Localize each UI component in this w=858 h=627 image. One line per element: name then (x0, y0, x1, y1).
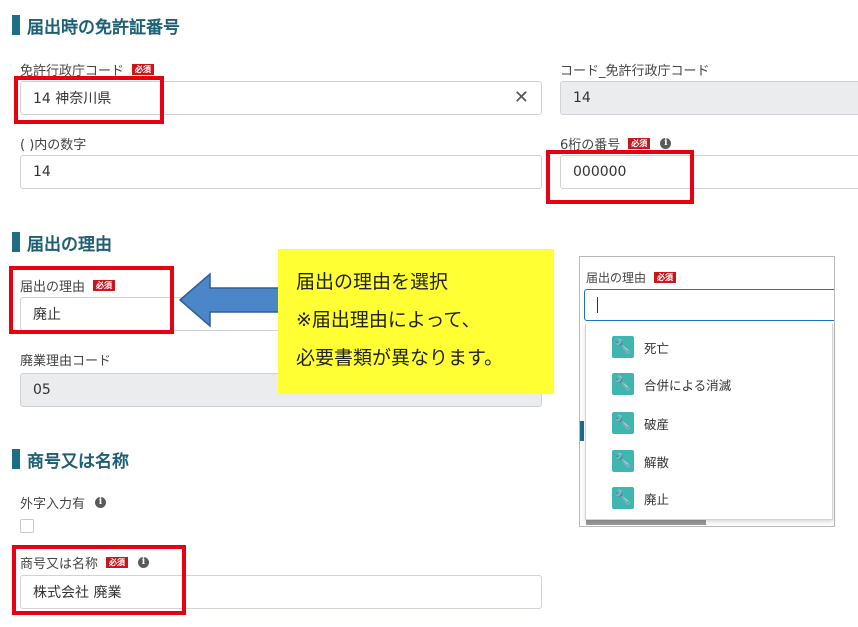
section-bar (12, 449, 20, 469)
paren-number-label: ( )内の数字 (20, 134, 86, 153)
paren-number-field[interactable]: 14 (20, 155, 542, 189)
wrench-icon: 🔧 (612, 373, 634, 395)
info-icon[interactable]: i (95, 497, 107, 508)
required-badge: 必須 (628, 138, 651, 149)
paren-number-label-text: ( )内の数字 (20, 138, 87, 153)
section-bar (12, 15, 20, 35)
dropdown-option[interactable]: 🔧 解散 (612, 449, 669, 473)
six-digit-label: 6桁の番号 必須 i (560, 134, 672, 153)
section-title-text: 届出の理由 (27, 234, 112, 255)
reason-value: 廃止 (33, 307, 61, 323)
external-char-checkbox[interactable] (20, 519, 34, 533)
section-bar (12, 232, 20, 252)
hidden-section-bar (580, 421, 584, 441)
callout-note: 届出の理由を選択 ※届出理由によって、 必要書類が異なります。 (278, 249, 554, 394)
wrench-icon: 🔧 (612, 450, 634, 472)
required-badge: 必須 (654, 272, 677, 283)
abolition-code-value: 05 (33, 382, 51, 398)
six-digit-label-text: 6桁の番号 (560, 138, 621, 153)
abolition-code-label-text: 廃業理由コード (20, 354, 112, 369)
dropdown-option-label: 解散 (644, 454, 670, 470)
required-badge: 必須 (132, 64, 155, 75)
close-icon[interactable]: ✕ (514, 89, 529, 107)
dropdown-search-input[interactable] (584, 289, 834, 321)
trade-name-label-text: 商号又は名称 (20, 557, 99, 572)
dropdown-option-list: 🔧 死亡 🔧 合併による消滅 🔧 破産 🔧 解散 🔧 廃止 (585, 324, 833, 520)
section-title-text: 商号又は名称 (27, 451, 129, 472)
trade-name-value: 株式会社 廃業 (33, 585, 122, 601)
info-icon[interactable]: i (660, 138, 672, 149)
dropdown-option-label: 破産 (644, 416, 670, 432)
text-cursor (597, 297, 598, 313)
dropdown-option[interactable]: 🔧 死亡 (612, 335, 669, 359)
authority-code-label: 免許行政庁コード 必須 (20, 60, 155, 79)
dropdown-option-label: 合併による消滅 (644, 377, 732, 393)
dropdown-option-label: 死亡 (644, 340, 670, 356)
wrench-icon: 🔧 (612, 487, 634, 509)
six-digit-value: 000000 (573, 164, 627, 180)
callout-line-1: 届出の理由を選択 (296, 271, 449, 293)
trade-name-label: 商号又は名称 必須 i (20, 553, 150, 572)
dropdown-option-label: 廃止 (644, 491, 670, 507)
code-authority-label-text: コード_免許行政庁コード (560, 64, 710, 79)
dropdown-label: 届出の理由 必須 (586, 269, 677, 286)
code-authority-value: 14 (573, 90, 591, 106)
left-arrow-icon (178, 272, 281, 328)
dropdown-option[interactable]: 🔧 廃止 (612, 486, 669, 510)
external-char-label-text: 外字入力有 (20, 497, 86, 512)
wrench-icon: 🔧 (612, 336, 634, 358)
trade-name-field[interactable]: 株式会社 廃業 (20, 575, 542, 609)
required-badge: 必須 (93, 280, 116, 291)
paren-number-value: 14 (33, 164, 51, 180)
abolition-code-label: 廃業理由コード (20, 350, 111, 369)
callout-line-3: 必要書類が異なります。 (296, 347, 504, 369)
required-badge: 必須 (106, 557, 129, 568)
dropdown-label-text: 届出の理由 (586, 271, 647, 285)
info-icon[interactable]: i (138, 557, 150, 568)
reason-label-text: 届出の理由 (20, 280, 86, 295)
wrench-icon: 🔧 (612, 412, 634, 434)
six-digit-field[interactable]: 000000 (560, 155, 858, 189)
dropdown-option[interactable]: 🔧 合併による消滅 (612, 372, 731, 396)
external-char-label: 外字入力有 i (20, 493, 107, 512)
section-title-text: 届出時の免許証番号 (27, 17, 180, 38)
authority-code-value: 14 神奈川県 (33, 91, 112, 107)
code-authority-field: 14 (560, 81, 858, 115)
authority-code-combobox[interactable]: 14 神奈川県 ✕ (20, 81, 542, 115)
section-title-license: 届出時の免許証番号 (12, 14, 180, 38)
section-title-trade-name: 商号又は名称 (12, 448, 129, 472)
reason-label: 届出の理由 必須 (20, 276, 116, 295)
code-authority-label: コード_免許行政庁コード (560, 60, 710, 79)
authority-code-label-text: 免許行政庁コード (20, 64, 125, 79)
dropdown-option[interactable]: 🔧 破産 (612, 411, 669, 435)
section-title-reason: 届出の理由 (12, 231, 112, 255)
callout-line-2: ※届出理由によって、 (296, 309, 481, 331)
